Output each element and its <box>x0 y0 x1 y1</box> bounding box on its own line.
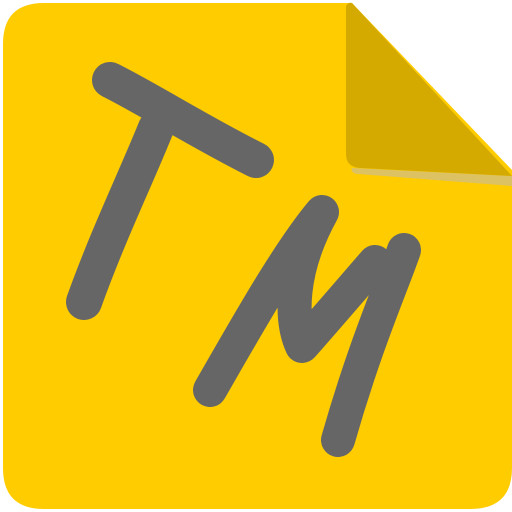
page-body <box>3 3 512 509</box>
page-fold <box>346 2 512 176</box>
tm-document-icon[interactable] <box>0 0 512 512</box>
